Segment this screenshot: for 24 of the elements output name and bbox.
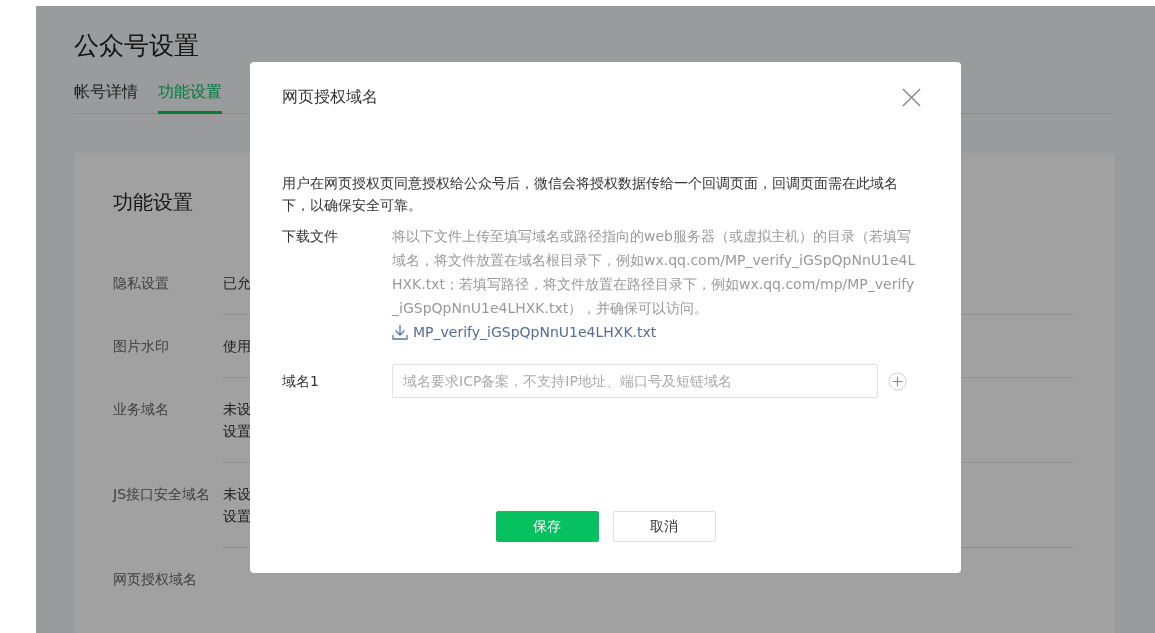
download-icon xyxy=(392,324,408,340)
setting-value: 设置 xyxy=(223,422,251,441)
setting-label: JS接口安全域名 xyxy=(113,485,211,504)
add-icon[interactable] xyxy=(888,371,907,391)
download-label: 下载文件 xyxy=(282,227,339,246)
setting-value: 未设 xyxy=(223,485,251,504)
page-title: 公众号设置 xyxy=(74,30,199,62)
close-icon[interactable] xyxy=(902,87,921,107)
setting-label: 业务域名 xyxy=(113,400,170,419)
domain-label: 域名1 xyxy=(282,372,320,391)
card-title: 功能设置 xyxy=(113,189,193,216)
setting-label: 隐私设置 xyxy=(113,274,170,293)
tab[interactable]: 帐号详情 xyxy=(74,82,138,114)
download-link[interactable]: MP_verify_iGSpQpNnU1e4LHXK.txt xyxy=(392,320,657,344)
setting-label: 网页授权域名 xyxy=(113,570,198,589)
setting-label: 图片水印 xyxy=(113,337,170,356)
setting-value: 使用 xyxy=(223,337,251,356)
cancel-button[interactable]: 取消 xyxy=(612,511,716,542)
setting-value: 未设 xyxy=(223,400,251,419)
description-text: 用户在网页授权页同意授权给公众号后，微信会将授权数据传给一个回调页面，回调页面需在此域名下，以确保安全可靠。 xyxy=(282,174,899,215)
instructions-text: 将以下文件上传至填写域名或路径指向的web服务器（或虚拟主机）的目录（若填写域名，将文件放置在域名根目录下，例如wx.qq.com/MP_verify_iGSpQpNnU1e4LHXK.txt；若填写路径，将文件放置在路径目录下，例如wx.qq.com/mp/MP_verify_iGSpQpNnU1e4LHXK.txt），并确保可以访问。 xyxy=(392,227,917,318)
setting-value: 设置 xyxy=(223,507,251,526)
domain-input[interactable]: 域名要求ICP备案，不支持IP地址、端口号及短链域名 xyxy=(392,364,878,398)
dialog-title: 网页授权域名 xyxy=(282,86,378,108)
